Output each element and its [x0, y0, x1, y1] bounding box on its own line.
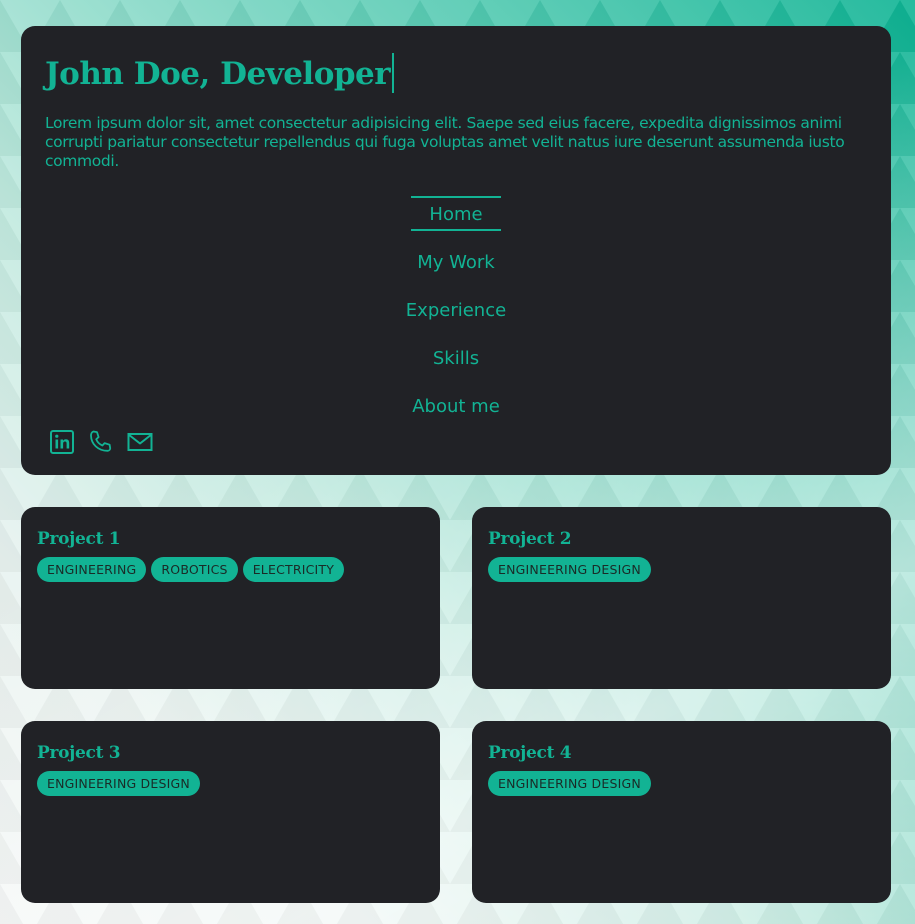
nav-item-label: About me — [412, 396, 500, 417]
phone-icon[interactable] — [87, 429, 113, 455]
nav-item-label: Home — [411, 196, 501, 231]
project-title: Project 2 — [488, 529, 572, 549]
tag-badge: ENGINEERING DESIGN — [488, 557, 651, 582]
project-card-4[interactable]: Project 4 ENGINEERING DESIGN — [472, 721, 891, 903]
nav-item-about-me[interactable]: About me — [21, 390, 891, 423]
project-tags: ENGINEERING DESIGN — [488, 771, 651, 796]
intro-text: Lorem ipsum dolor sit, amet consectetur … — [45, 114, 845, 170]
tag-badge: ROBOTICS — [151, 557, 238, 582]
mail-icon[interactable] — [127, 429, 153, 455]
tag-badge: ELECTRICITY — [242, 557, 345, 582]
nav-item-label: My Work — [417, 252, 495, 273]
project-tags: ENGINEERING DESIGN — [488, 557, 651, 582]
page-title: John Doe, Developer — [45, 52, 395, 93]
nav-item-home[interactable]: Home — [21, 196, 891, 231]
typing-cursor — [392, 52, 395, 93]
nav-item-skills[interactable]: Skills — [21, 342, 891, 375]
nav-item-my-work[interactable]: My Work — [21, 246, 891, 279]
project-card-1[interactable]: Project 1 ENGINEERING ROBOTICS ELECTRICI… — [21, 507, 440, 689]
project-card-2[interactable]: Project 2 ENGINEERING DESIGN — [472, 507, 891, 689]
tag-badge: ENGINEERING DESIGN — [488, 771, 651, 796]
project-tags: ENGINEERING DESIGN — [37, 771, 200, 796]
project-title: Project 3 — [37, 743, 121, 763]
tag-badge: ENGINEERING DESIGN — [37, 771, 200, 796]
project-tags: ENGINEERING ROBOTICS ELECTRICITY — [37, 557, 345, 582]
tag-badge: ENGINEERING — [37, 557, 147, 582]
project-title: Project 1 — [37, 529, 121, 549]
nav-item-label: Skills — [432, 348, 480, 369]
page-title-text: John Doe, Developer — [45, 56, 391, 92]
nav-item-experience[interactable]: Experience — [21, 294, 891, 327]
nav-item-label: Experience — [405, 300, 507, 321]
project-card-3[interactable]: Project 3 ENGINEERING DESIGN — [21, 721, 440, 903]
header-card: John Doe, Developer Lorem ipsum dolor si… — [21, 26, 891, 475]
linkedin-icon[interactable] — [49, 429, 75, 455]
project-title: Project 4 — [488, 743, 572, 763]
